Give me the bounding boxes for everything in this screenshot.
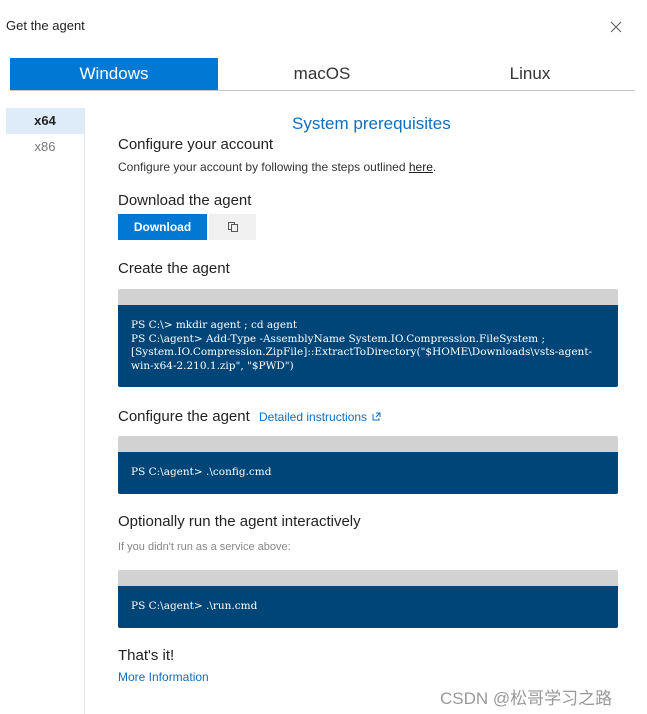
- external-link-icon: [372, 412, 381, 421]
- configure-account-text: Configure your account by following the …: [118, 160, 436, 174]
- detailed-instructions-link[interactable]: Detailed instructions: [259, 410, 381, 424]
- run-agent-code-block: PS C:\agent> .\run.cmd: [118, 570, 618, 628]
- download-agent-heading: Download the agent: [118, 192, 252, 209]
- sidebar-item-x86[interactable]: x86: [6, 134, 84, 160]
- copy-icon: [227, 222, 238, 232]
- dialog-title: Get the agent: [6, 18, 85, 33]
- os-tabs: Windows macOS Linux: [10, 58, 634, 91]
- configure-agent-code[interactable]: PS C:\agent> .\config.cmd: [118, 452, 618, 494]
- architecture-sidebar: x64 x86: [6, 108, 85, 714]
- code-block-header: [118, 289, 618, 305]
- create-agent-heading: Create the agent: [118, 260, 230, 277]
- close-icon: [610, 21, 622, 33]
- optional-run-heading: Optionally run the agent interactively: [118, 513, 361, 530]
- tab-windows[interactable]: Windows: [10, 58, 218, 90]
- done-heading: That's it!: [118, 647, 175, 664]
- create-agent-code-block: PS C:\> mkdir agent ; cd agent PS C:\age…: [118, 289, 618, 387]
- download-button[interactable]: Download: [118, 214, 207, 240]
- code-block-header: [118, 436, 618, 452]
- here-link[interactable]: here: [409, 160, 433, 174]
- system-prerequisites-link[interactable]: System prerequisites: [292, 114, 451, 134]
- configure-agent-heading: Configure the agent: [118, 408, 250, 425]
- run-agent-code[interactable]: PS C:\agent> .\run.cmd: [118, 586, 618, 628]
- more-information-link[interactable]: More Information: [118, 670, 209, 684]
- configure-account-description: Configure your account by following the …: [118, 160, 409, 174]
- create-agent-code[interactable]: PS C:\> mkdir agent ; cd agent PS C:\age…: [118, 305, 618, 387]
- close-button[interactable]: [607, 18, 625, 36]
- code-block-header: [118, 570, 618, 586]
- tab-macos[interactable]: macOS: [218, 58, 426, 90]
- configure-account-heading: Configure your account: [118, 136, 274, 153]
- copy-link-button[interactable]: [209, 214, 256, 240]
- tab-linux[interactable]: Linux: [426, 58, 634, 90]
- detailed-instructions-label: Detailed instructions: [259, 410, 368, 424]
- sidebar-item-x64[interactable]: x64: [6, 108, 84, 134]
- watermark: CSDN @松哥学习之路: [440, 689, 613, 708]
- configure-account-suffix: .: [432, 160, 437, 174]
- configure-agent-code-block: PS C:\agent> .\config.cmd: [118, 436, 618, 494]
- optional-run-note: If you didn't run as a service above:: [118, 541, 291, 553]
